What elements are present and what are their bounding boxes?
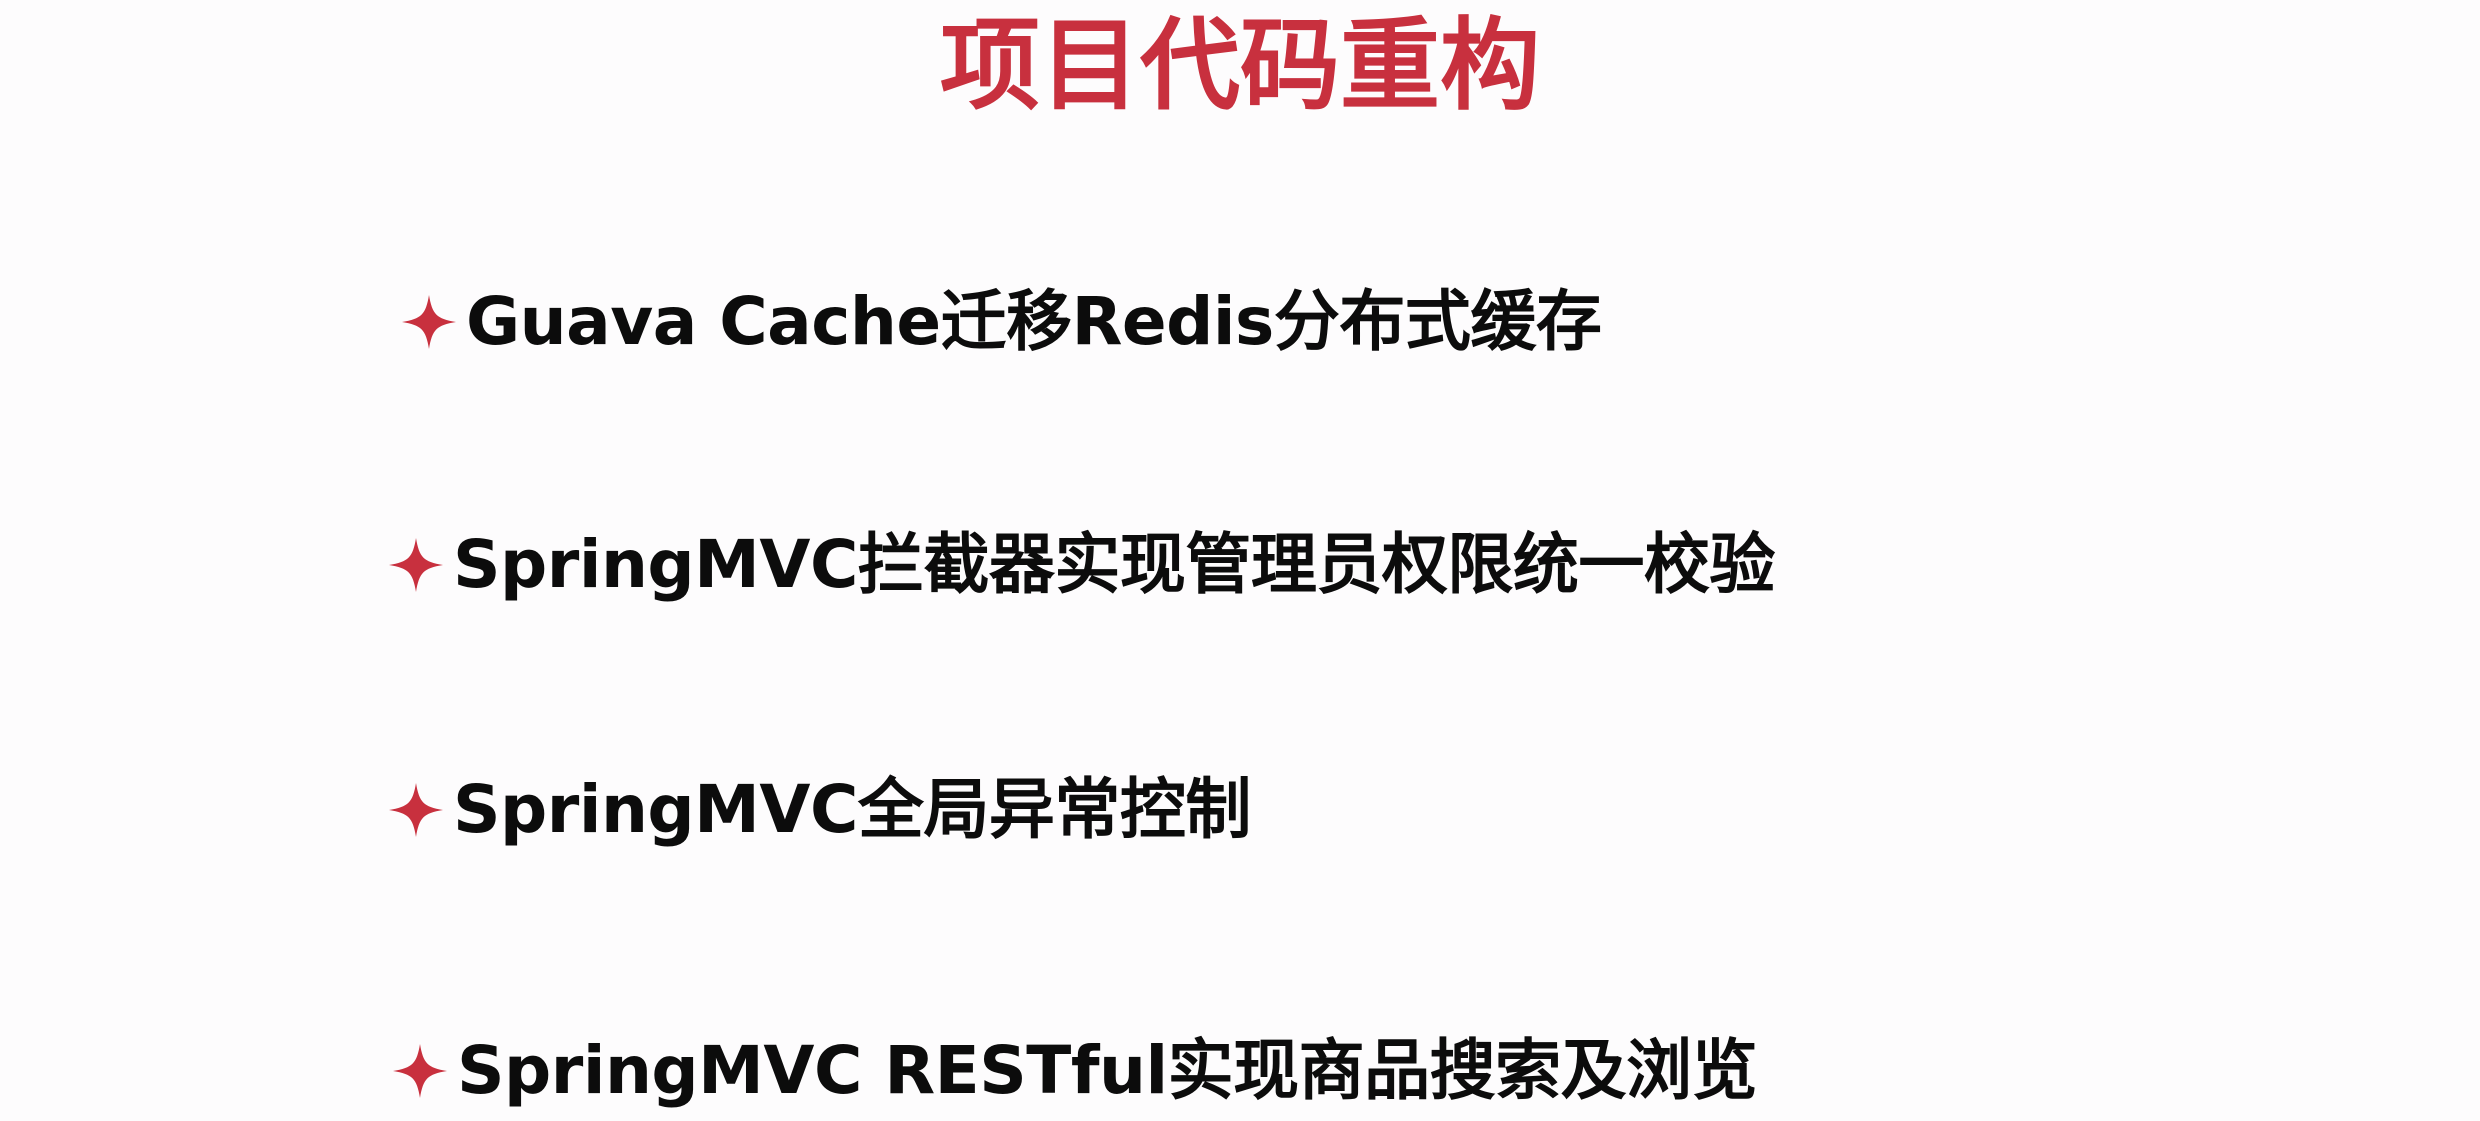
four-point-star-icon bbox=[393, 1044, 447, 1098]
bullet-text: SpringMVC拦截器实现管理员权限统一校验 bbox=[453, 526, 1775, 603]
bullet-text: SpringMVC RESTful实现商品搜索及浏览 bbox=[457, 1032, 1758, 1109]
page-title: 项目代码重构 bbox=[940, 7, 1540, 124]
bullet-item: Guava Cache迁移Redis分布式缓存 bbox=[402, 272, 1602, 372]
four-point-star-icon bbox=[389, 538, 443, 592]
bullet-text: Guava Cache迁移Redis分布式缓存 bbox=[466, 283, 1602, 360]
four-point-star-icon bbox=[402, 295, 456, 349]
bullet-item: SpringMVC全局异常控制 bbox=[389, 760, 1251, 860]
bullet-text: SpringMVC全局异常控制 bbox=[453, 771, 1251, 848]
bullet-item: SpringMVC拦截器实现管理员权限统一校验 bbox=[389, 515, 1775, 615]
four-point-star-icon bbox=[389, 783, 443, 837]
bullet-item: SpringMVC RESTful实现商品搜索及浏览 bbox=[393, 1021, 1758, 1121]
